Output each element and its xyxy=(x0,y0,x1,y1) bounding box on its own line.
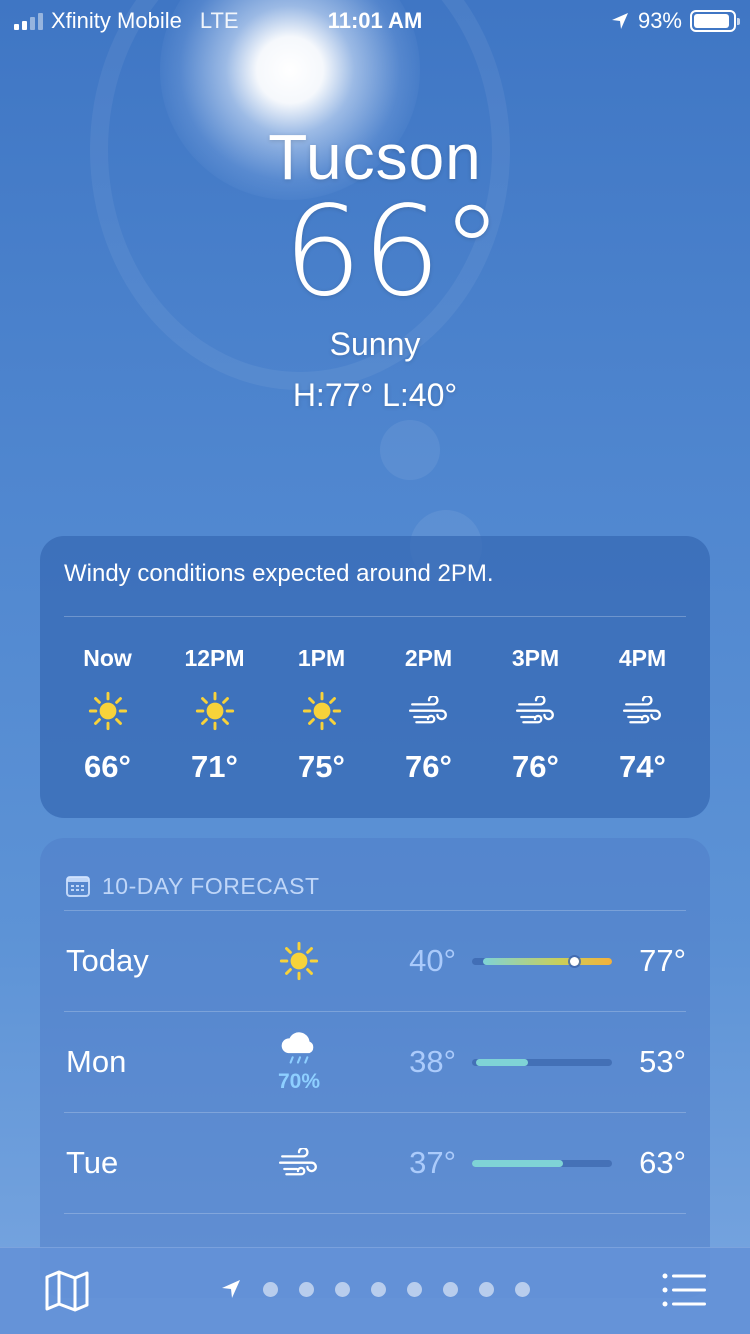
lens-flare xyxy=(380,420,440,480)
forecast-row-partial xyxy=(64,1213,686,1243)
temp-range-fill xyxy=(475,1059,528,1066)
forecast-row[interactable]: Mon 70% 38° 53° xyxy=(64,1011,686,1112)
map-button[interactable] xyxy=(42,1268,92,1314)
forecast-rows: Today 40° 77° Mon 70% 38° 53° Tue 37° 63° xyxy=(40,910,710,1243)
sun-icon xyxy=(88,691,127,731)
page-dot[interactable] xyxy=(335,1281,350,1297)
high-low: H:77° L:40° xyxy=(292,377,458,413)
map-icon xyxy=(45,1270,89,1312)
bottom-toolbar xyxy=(0,1247,750,1334)
forecast-low: 40° xyxy=(409,943,456,978)
page-indicator[interactable] xyxy=(220,1278,530,1300)
forecast-row[interactable]: Tue 37° 63° xyxy=(64,1112,686,1213)
hour-item: 12PM 71° xyxy=(161,645,268,785)
temp-range-fill xyxy=(472,1160,563,1167)
page-dot[interactable] xyxy=(479,1281,494,1297)
wind-icon xyxy=(515,696,554,724)
hour-item: 3PM 76° xyxy=(482,645,589,785)
hour-temperature: 71° xyxy=(191,749,238,784)
forecast-low: 38° xyxy=(409,1044,456,1079)
hour-time: Now xyxy=(83,645,132,671)
forecast-icon: 70% xyxy=(244,1012,354,1112)
page-dot[interactable] xyxy=(263,1281,278,1297)
hour-item: 2PM 76° xyxy=(375,645,482,785)
forecast-header-label: 10-DAY FORECAST xyxy=(102,872,320,899)
forecast-day: Today xyxy=(66,943,149,978)
sun-icon xyxy=(302,691,341,731)
city-list-button[interactable] xyxy=(660,1270,708,1310)
calendar-icon xyxy=(66,876,90,897)
forecast-row[interactable]: Today 40° 77° xyxy=(64,910,686,1011)
hour-time: 2PM xyxy=(404,645,453,671)
page-dot[interactable] xyxy=(407,1281,422,1297)
hour-time: 3PM xyxy=(511,645,560,671)
hour-temperature: 75° xyxy=(298,749,345,784)
hour-icon xyxy=(54,681,161,741)
hour-item: Now 66° xyxy=(54,645,161,785)
sun-icon xyxy=(279,941,319,981)
hour-icon xyxy=(268,681,375,741)
hour-temperature: 76° xyxy=(512,749,559,784)
precip-chance: 70% xyxy=(277,1069,321,1093)
page-dot[interactable] xyxy=(371,1281,386,1297)
temp-range-bar xyxy=(472,1160,612,1167)
hour-item: 4PM 74° xyxy=(589,645,696,785)
forecast-icon xyxy=(244,1113,354,1213)
wind-icon xyxy=(408,696,447,724)
page-dot[interactable] xyxy=(515,1281,530,1297)
list-icon xyxy=(662,1273,706,1307)
forecast-day: Tue xyxy=(66,1145,119,1180)
forecast-header: 10-DAY FORECAST xyxy=(40,838,710,910)
forecast-low: 37° xyxy=(409,1145,456,1180)
temp-range-fill xyxy=(482,958,612,965)
hour-icon xyxy=(375,681,482,741)
forecast-day: Mon xyxy=(66,1044,127,1079)
forecast-high: 53° xyxy=(639,1044,686,1079)
page-dot[interactable] xyxy=(299,1281,314,1297)
temp-range-bar xyxy=(472,1059,612,1066)
forecast-icon xyxy=(244,911,354,1011)
forecast-high: 77° xyxy=(639,943,686,978)
location-services-icon xyxy=(611,13,628,29)
page-dot[interactable] xyxy=(443,1281,458,1297)
wind-icon xyxy=(278,1148,317,1176)
hour-icon xyxy=(482,681,589,741)
hour-item: 1PM 75° xyxy=(268,645,375,785)
battery-percent: 93% xyxy=(637,8,682,33)
hour-temperature: 74° xyxy=(619,749,666,784)
status-bar: Xfinity Mobile LTE 11:01 AM 93% xyxy=(0,0,750,40)
temp-range-bar xyxy=(472,957,612,966)
cloud-rain-icon xyxy=(281,1032,314,1064)
hour-temperature: 76° xyxy=(405,749,452,784)
hourly-forecast-card[interactable]: Windy conditions expected around 2PM. No… xyxy=(40,536,710,818)
hour-time: 1PM xyxy=(297,645,346,671)
current-weather: Tucson 66° Sunny H:77° L:40° xyxy=(0,120,750,414)
status-right: 93% xyxy=(610,8,740,34)
hour-icon xyxy=(161,681,268,741)
battery-icon xyxy=(690,10,740,32)
hour-temperature: 66° xyxy=(84,749,131,784)
wind-icon xyxy=(622,696,661,724)
hour-time: 12PM xyxy=(184,645,245,671)
current-temp-marker xyxy=(569,957,579,966)
forecast-high: 63° xyxy=(639,1145,686,1180)
hour-icon xyxy=(589,681,696,741)
current-temperature: 66° xyxy=(283,180,503,324)
hourly-scroll[interactable]: Now 66° 12PM 71° 1PM 75° 2PM 76° 3PM 76° 4PM … xyxy=(40,617,710,785)
hourly-summary: Windy conditions expected around 2PM. xyxy=(64,560,494,587)
ten-day-forecast-card[interactable]: 10-DAY FORECAST Today 40° 77° Mon 70% 38°… xyxy=(40,838,710,1298)
hour-time: 4PM xyxy=(618,645,667,671)
location-arrow-icon[interactable] xyxy=(220,1278,242,1300)
sun-icon xyxy=(195,691,234,731)
current-condition: Sunny xyxy=(329,326,421,362)
